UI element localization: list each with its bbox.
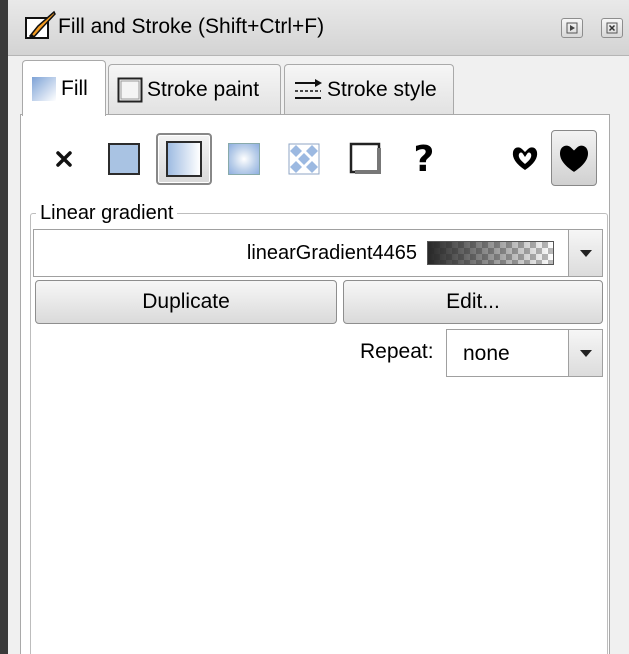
unset-paint-button[interactable]: ? [402,135,446,183]
gradient-section-label: Linear gradient [36,202,178,225]
question-icon: ? [413,138,435,180]
chevron-down-icon [579,349,592,357]
gradient-dropdown-button[interactable] [568,230,602,276]
swatch-button[interactable] [344,135,388,183]
fill-rule-evenodd-icon [512,147,538,170]
fill-rule-evenodd-button[interactable] [502,130,548,186]
swatch-icon [349,142,381,174]
no-paint-button[interactable] [42,135,86,183]
radial-gradient-icon [228,143,260,175]
linear-gradient-icon [166,141,202,177]
radial-gradient-button[interactable] [222,135,266,183]
stroke-style-icon [295,78,322,99]
fill-rule-nonzero-icon [559,145,589,172]
repeat-value: none [463,342,510,365]
window-left-edge [0,0,8,654]
tab-stroke-style-label: Stroke style [327,77,437,101]
tab-stroke-paint-label: Stroke paint [147,77,260,101]
tab-fill-label: Fill [61,76,88,100]
tab-stroke-paint[interactable]: Stroke paint [108,64,281,114]
float-button[interactable] [561,18,583,38]
gradient-name: linearGradient4465 [246,242,417,264]
stroke-paint-icon [117,77,143,102]
fill-stroke-brush-icon [25,10,56,39]
tab-stroke-style[interactable]: Stroke style [284,64,454,114]
fill-icon [32,76,56,101]
flat-color-button[interactable] [102,135,146,183]
dialog-titlebar[interactable]: Fill and Stroke (Shift+Ctrl+F) [8,0,629,56]
repeat-dropdown-button[interactable] [568,330,602,376]
gradient-preview-swatch [427,241,554,265]
gradient-select[interactable]: linearGradient4465 [33,229,603,277]
tab-fill[interactable]: Fill [22,60,106,116]
pattern-icon [288,143,320,175]
dialog-title: Fill and Stroke (Shift+Ctrl+F) [58,15,325,38]
linear-gradient-button[interactable] [156,133,212,185]
edit-gradient-button[interactable]: Edit... [343,280,603,324]
close-button[interactable] [601,18,623,38]
x-icon [56,151,72,167]
duplicate-button[interactable]: Duplicate [35,280,337,324]
repeat-label: Repeat: [360,340,434,363]
flat-color-icon [108,143,140,175]
float-dock-icon [566,22,578,34]
chevron-down-icon [579,249,592,257]
fill-rule-nonzero-button[interactable] [551,130,597,186]
repeat-select[interactable]: none [446,329,603,377]
close-icon [606,22,618,34]
pattern-button[interactable] [282,135,326,183]
